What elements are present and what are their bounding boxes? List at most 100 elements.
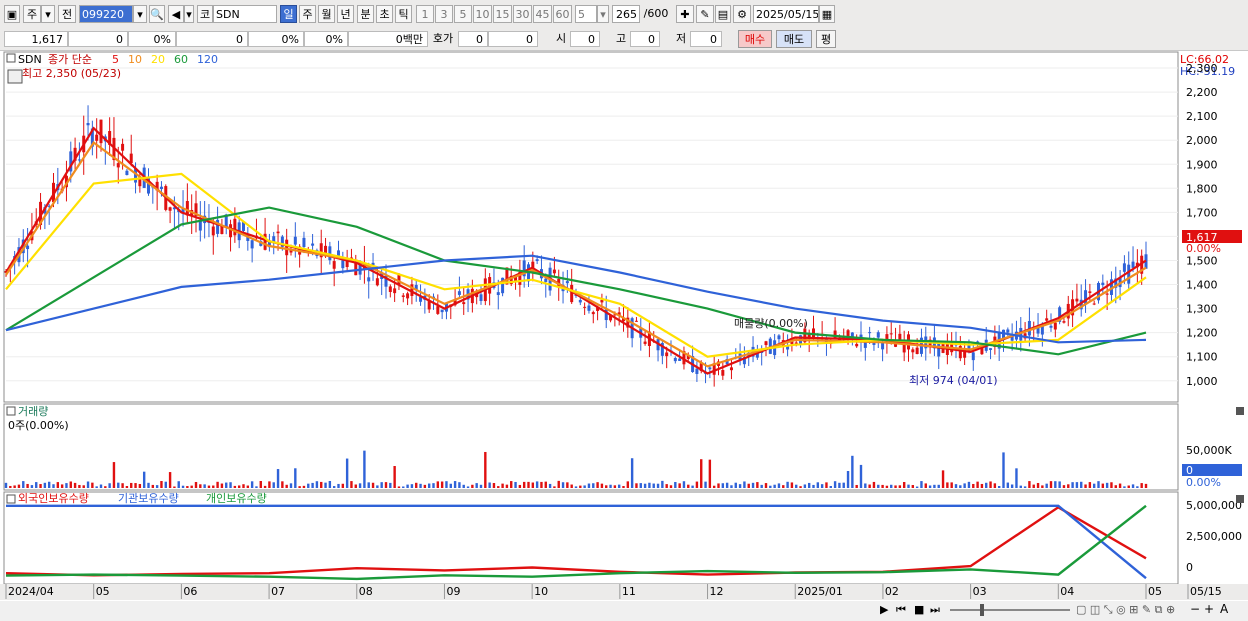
auto-scale-icon[interactable]: A <box>1220 602 1228 616</box>
period-select[interactable]: 주 <box>23 5 41 23</box>
panel-close-icon[interactable] <box>6 494 16 504</box>
save-icon[interactable]: ▤ <box>715 5 731 23</box>
volume-bar <box>440 481 444 488</box>
scroll-first-icon[interactable]: ⏮ <box>896 603 906 617</box>
interval-60[interactable]: 60 <box>553 5 572 23</box>
panel-close-icon[interactable] <box>6 406 16 416</box>
stop-icon[interactable]: ■ <box>914 603 924 616</box>
scroll-right-icon[interactable]: ▶ <box>880 603 888 616</box>
volume-bar <box>354 484 357 488</box>
volume-bar <box>199 484 202 488</box>
volume-bar <box>795 484 798 488</box>
low-label: 저 <box>672 31 690 47</box>
legend-ma-20: 20 <box>151 53 165 66</box>
prev-button[interactable]: 전 <box>58 5 76 23</box>
interval-input[interactable]: 5 <box>575 5 597 23</box>
interval-15[interactable]: 15 <box>493 5 512 23</box>
volume-bar <box>147 482 150 488</box>
tab-monthly[interactable]: 월 <box>318 5 335 23</box>
code-dropdown-icon[interactable]: ▾ <box>133 5 147 23</box>
scroll-last-icon[interactable]: ⏭ <box>930 603 940 617</box>
volume-bar <box>868 484 871 488</box>
volume-bar <box>91 482 94 488</box>
change-percent: 0% <box>128 31 176 47</box>
volume-bar <box>501 483 504 488</box>
speaker-icon[interactable]: ◀ <box>168 5 184 23</box>
volume-bar <box>980 483 984 488</box>
volume-bar <box>1114 485 1117 488</box>
stock-code-input[interactable]: 099220 <box>79 5 133 23</box>
gear-icon[interactable]: ⚙ <box>733 5 751 23</box>
zoom-out-icon[interactable]: − <box>1190 602 1200 616</box>
candle-body <box>708 367 712 370</box>
view-tools-icon[interactable]: ▢ ◫ ⤡ ◎ ⊞ ✎ ⧉ ⊕ <box>1076 603 1175 617</box>
candle-body <box>77 159 81 161</box>
panel-maximize-icon[interactable] <box>1236 495 1244 503</box>
zoom-slider-handle[interactable] <box>980 604 984 616</box>
candle-body <box>1049 325 1053 328</box>
volume-bar <box>30 485 34 488</box>
calendar-icon[interactable]: ▦ <box>819 5 835 23</box>
volume-bar <box>237 485 241 488</box>
x-axis-label: 12 <box>710 585 724 598</box>
bar-count-input[interactable]: 265 <box>612 5 640 23</box>
volume-bar <box>635 483 638 488</box>
tab-weekly[interactable]: 주 <box>299 5 316 23</box>
draw-tool-icon[interactable]: ✎ <box>696 5 714 23</box>
legend-ma-120: 120 <box>197 53 218 66</box>
interval-1[interactable]: 1 <box>416 5 434 23</box>
panel-maximize-icon[interactable] <box>1236 407 1244 415</box>
search-icon[interactable]: 🔍 <box>149 5 165 23</box>
volume-bar <box>885 485 889 488</box>
crosshair-icon[interactable]: ✚ <box>676 5 694 23</box>
tab-minute[interactable]: 분 <box>357 5 374 23</box>
tab-second[interactable]: 초 <box>376 5 393 23</box>
chevron-down-icon[interactable]: ▾ <box>41 5 55 23</box>
volume-bar <box>190 485 193 488</box>
legend-foreign: 외국인보유수량 <box>18 492 89 505</box>
volume-bar <box>1028 481 1031 488</box>
tab-daily[interactable]: 일 <box>280 5 297 23</box>
volume-bar <box>566 482 569 488</box>
volume-bar <box>725 482 729 488</box>
stock-chart[interactable]: SDN 종가 단순 최고 2,350 (05/23) 5 10 20 60 120 최저… <box>0 51 1248 621</box>
volume-bar <box>173 486 176 488</box>
volume-panel[interactable] <box>3 403 1179 491</box>
x-axis-label: 10 <box>534 585 548 598</box>
calendar-icon[interactable] <box>7 69 23 84</box>
candle-body <box>846 330 850 337</box>
volume-bar <box>583 485 586 488</box>
window-menu-icon[interactable]: ▣ <box>4 5 20 23</box>
chevron-down-icon[interactable]: ▾ <box>184 5 194 23</box>
interval-30[interactable]: 30 <box>513 5 532 23</box>
price-panel[interactable] <box>3 51 1179 403</box>
sell-button[interactable]: 매도 <box>776 30 812 48</box>
buy-button[interactable]: 매수 <box>738 30 772 48</box>
candle-body <box>121 143 125 151</box>
volume-bar <box>872 481 876 488</box>
interval-10[interactable]: 10 <box>473 5 492 23</box>
zoom-slider-track[interactable] <box>950 609 1070 611</box>
volume-bar <box>514 481 517 488</box>
volume-bar <box>898 485 902 488</box>
volume-bar <box>712 485 716 488</box>
average-button[interactable]: 평 <box>816 30 836 48</box>
volume-bar <box>1062 485 1066 488</box>
interval-5[interactable]: 5 <box>454 5 472 23</box>
volume-bar <box>833 481 837 488</box>
panel-close-icon[interactable] <box>6 53 16 63</box>
candle-body <box>833 330 837 339</box>
tab-yearly[interactable]: 년 <box>337 5 354 23</box>
x-axis-label: 05 <box>1148 585 1162 598</box>
zoom-in-icon[interactable]: + <box>1204 602 1214 616</box>
tab-tick[interactable]: 틱 <box>395 5 412 23</box>
date-input[interactable]: 2025/05/15 <box>753 5 819 23</box>
stock-name-field[interactable]: SDN <box>213 5 277 23</box>
chart-scroll-controls[interactable]: ▶ ⏮ ■ ⏭ ▢ ◫ ⤡ ◎ ⊞ ✎ ⧉ ⊕ − + A <box>880 601 1248 619</box>
candle-body <box>643 341 647 344</box>
candle-body <box>86 123 90 126</box>
candle-body <box>276 231 280 234</box>
interval-3[interactable]: 3 <box>435 5 453 23</box>
interval-45[interactable]: 45 <box>533 5 552 23</box>
chevron-down-icon[interactable]: ▾ <box>597 5 609 23</box>
